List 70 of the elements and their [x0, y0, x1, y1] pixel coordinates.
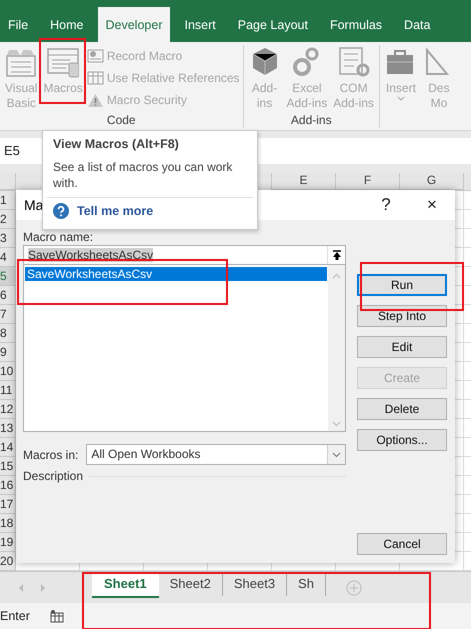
dialog-button[interactable]: Step Into — [357, 305, 447, 327]
column-header[interactable]: E — [272, 173, 336, 190]
group-label: Code — [106, 112, 137, 128]
column-header[interactable]: G — [400, 173, 464, 190]
arrow-right-icon — [40, 582, 46, 592]
row-header[interactable]: 14 — [0, 438, 16, 457]
dialog-button[interactable]: Cancel — [357, 533, 447, 555]
row-header[interactable]: 9 — [0, 343, 16, 362]
warning-icon — [86, 92, 104, 108]
column-header[interactable]: F — [336, 173, 400, 190]
caret-icon — [396, 96, 405, 102]
row-header[interactable]: 10 — [0, 362, 16, 381]
row-header[interactable]: 16 — [0, 476, 16, 495]
ribbon-tab[interactable]: Data — [396, 7, 438, 42]
row-header[interactable]: 18 — [0, 514, 16, 533]
table-icon — [50, 610, 64, 622]
help-button[interactable]: ? — [363, 195, 409, 215]
close-button[interactable]: × — [409, 195, 455, 215]
dialog-button[interactable]: Run — [357, 274, 447, 296]
sheet-tab[interactable]: Sheet3 — [222, 572, 288, 596]
macro-sheet-icon — [47, 46, 80, 78]
row-header[interactable]: 7 — [0, 305, 16, 324]
scrollbar[interactable] — [328, 265, 345, 431]
sheet-tab[interactable]: Sheet2 — [158, 572, 223, 596]
field-label: Macro name: — [23, 230, 94, 245]
ribbon-tab[interactable]: Developer — [98, 7, 170, 42]
row-header[interactable]: 15 — [0, 457, 16, 476]
ribbon-tab[interactable]: Insert — [176, 7, 224, 42]
dialog-button[interactable]: Edit — [357, 336, 447, 358]
help-icon — [53, 203, 69, 219]
chevron-up-icon — [332, 273, 341, 279]
row-header[interactable]: 4 — [0, 248, 16, 267]
ribbon-tab[interactable]: Page Layout — [230, 7, 316, 42]
row-header[interactable]: 12 — [0, 400, 16, 419]
row-header[interactable]: 5 — [0, 267, 16, 286]
ribbon-tab[interactable]: Home — [42, 7, 92, 42]
chevron-down-icon — [332, 421, 341, 427]
macros-in-dropdown[interactable]: All Open Workbooks — [86, 444, 346, 465]
new-sheet-icon[interactable] — [346, 580, 362, 596]
row-header[interactable]: 19 — [0, 533, 16, 552]
table-icon — [86, 70, 104, 86]
row-header[interactable]: 2 — [0, 210, 16, 229]
dialog-button[interactable]: Options... — [357, 429, 447, 451]
section-label: Description — [23, 469, 84, 483]
help-link[interactable]: Tell me more — [77, 204, 154, 218]
chevron-down-icon — [332, 452, 341, 458]
row-header[interactable]: 1 — [0, 191, 16, 210]
row-header[interactable]: 8 — [0, 324, 16, 343]
field-label: Macros in: — [23, 448, 78, 462]
macro-name-field[interactable]: SaveWorksheetsAsCsv — [23, 245, 346, 265]
arrow-left-icon — [18, 582, 24, 592]
ribbon-tab[interactable]: File — [0, 7, 36, 42]
arrow-up-icon — [332, 249, 342, 261]
sheet-tab[interactable]: Sh — [287, 572, 326, 596]
record-icon — [86, 48, 104, 64]
macro-list[interactable]: SaveWorksheetsAsCsv — [23, 265, 346, 432]
row-header[interactable]: 3 — [0, 229, 16, 248]
row-header[interactable]: 13 — [0, 419, 16, 438]
status-mode: Enter — [0, 609, 30, 623]
group-label: Add-ins — [290, 112, 333, 128]
row-header[interactable]: 20 — [0, 552, 16, 571]
row-header[interactable]: 11 — [0, 381, 16, 400]
dialog-button[interactable]: Delete — [357, 398, 447, 420]
row-header[interactable]: 6 — [0, 286, 16, 305]
sheet-tab[interactable]: Sheet1 — [92, 572, 159, 598]
row-header[interactable]: 17 — [0, 495, 16, 514]
select-all-corner[interactable] — [0, 173, 16, 190]
ribbon-tab[interactable]: Formulas — [322, 7, 390, 42]
list-item[interactable]: SaveWorksheetsAsCsv — [25, 267, 327, 281]
checklist-gear-icon — [338, 46, 370, 78]
